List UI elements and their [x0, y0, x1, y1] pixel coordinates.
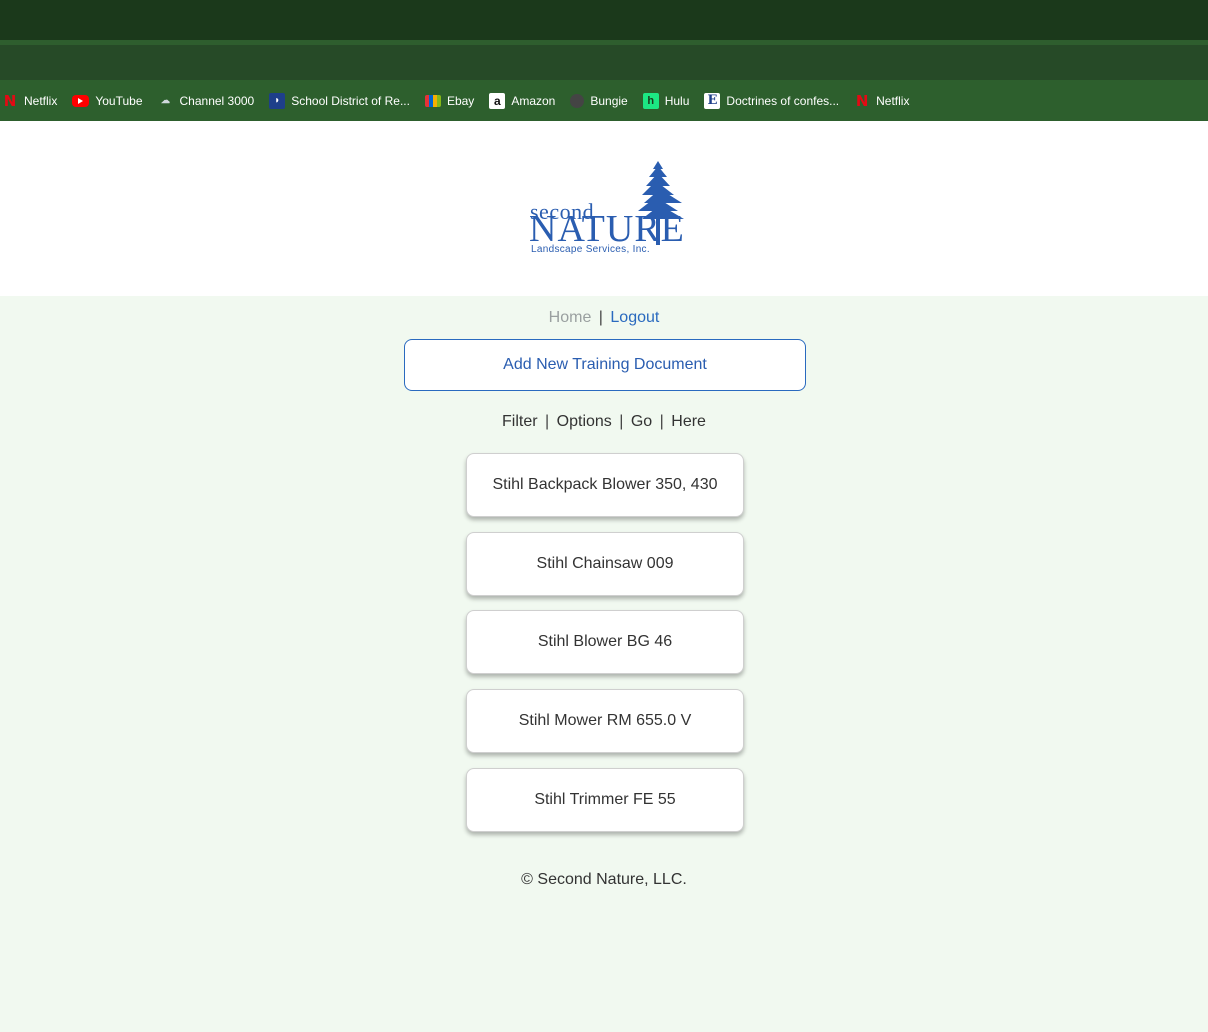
- filter-options: Filter | Options | Go | Here: [0, 413, 1208, 431]
- bookmark-hulu[interactable]: h Hulu: [642, 92, 690, 109]
- netflix-icon: N: [855, 91, 869, 110]
- doctrines-icon: E: [704, 92, 721, 109]
- bookmark-youtube[interactable]: YouTube: [72, 93, 143, 108]
- filter-separator: |: [659, 413, 664, 430]
- hulu-icon: h: [642, 92, 659, 109]
- bookmark-label: Bungie: [590, 93, 628, 108]
- bookmark-bungie[interactable]: Bungie: [570, 93, 628, 108]
- browser-titlebar: [0, 0, 1208, 40]
- bookmark-label: Amazon: [511, 93, 556, 108]
- ebay-icon: [424, 94, 441, 107]
- school-district-icon: ◗: [269, 92, 286, 109]
- netflix-icon: N: [3, 91, 17, 110]
- document-card[interactable]: Stihl Mower RM 655.0 V: [466, 689, 744, 753]
- document-card[interactable]: Stihl Chainsaw 009: [466, 532, 744, 596]
- filter-separator: |: [545, 413, 550, 430]
- logo-text-subtitle: Landscape Services, Inc.: [531, 244, 650, 255]
- bookmark-label: Ebay: [446, 93, 475, 108]
- home-link[interactable]: Home: [549, 309, 592, 326]
- logo-text-nature: NATURE: [529, 208, 685, 250]
- youtube-icon: [72, 94, 90, 107]
- bookmark-label: Hulu: [664, 93, 690, 108]
- document-card[interactable]: Stihl Trimmer FE 55: [466, 768, 744, 832]
- bookmark-label: Netflix: [24, 93, 58, 108]
- bookmark-ebay[interactable]: Ebay: [424, 93, 475, 108]
- here-link[interactable]: Here: [671, 413, 706, 430]
- options-link[interactable]: Options: [557, 413, 612, 430]
- logout-link[interactable]: Logout: [610, 309, 659, 326]
- bungie-icon: [570, 93, 585, 108]
- bookmark-label: Channel 3000: [179, 93, 255, 108]
- second-nature-logo[interactable]: second NATURE Landscape Services, Inc.: [526, 161, 686, 261]
- bookmark-doctrines[interactable]: E Doctrines of confes...: [704, 92, 840, 109]
- add-training-document-button[interactable]: Add New Training Document: [404, 339, 806, 391]
- footer-copyright: © Second Nature, LLC.: [521, 871, 687, 888]
- nav-separator: |: [598, 309, 603, 326]
- amazon-icon: a: [489, 92, 506, 109]
- bookmark-label: YouTube: [95, 93, 143, 108]
- top-nav: Home | Logout: [0, 309, 1208, 327]
- bookmark-netflix[interactable]: N Netflix: [2, 91, 58, 110]
- filter-separator: |: [619, 413, 624, 430]
- bookmarks-bar: N Netflix YouTube ☁ Channel 3000 ◗ Schoo…: [0, 80, 1208, 121]
- document-card[interactable]: Stihl Blower BG 46: [466, 610, 744, 674]
- document-card[interactable]: Stihl Backpack Blower 350, 430: [466, 453, 744, 517]
- channel3000-icon: ☁: [161, 95, 170, 105]
- bookmark-amazon[interactable]: a Amazon: [489, 92, 556, 109]
- go-link[interactable]: Go: [631, 413, 652, 430]
- bookmark-netflix-2[interactable]: N Netflix: [854, 91, 910, 110]
- site-header: second NATURE Landscape Services, Inc.: [0, 121, 1208, 296]
- bookmark-school-district[interactable]: ◗ School District of Re...: [269, 92, 410, 109]
- filter-link[interactable]: Filter: [502, 413, 538, 430]
- browser-toolbar: [0, 45, 1208, 80]
- bookmark-channel3000[interactable]: ☁ Channel 3000: [158, 93, 255, 109]
- bookmark-label: Doctrines of confes...: [726, 93, 840, 108]
- bookmark-label: Netflix: [876, 93, 910, 108]
- bookmark-label: School District of Re...: [291, 93, 410, 108]
